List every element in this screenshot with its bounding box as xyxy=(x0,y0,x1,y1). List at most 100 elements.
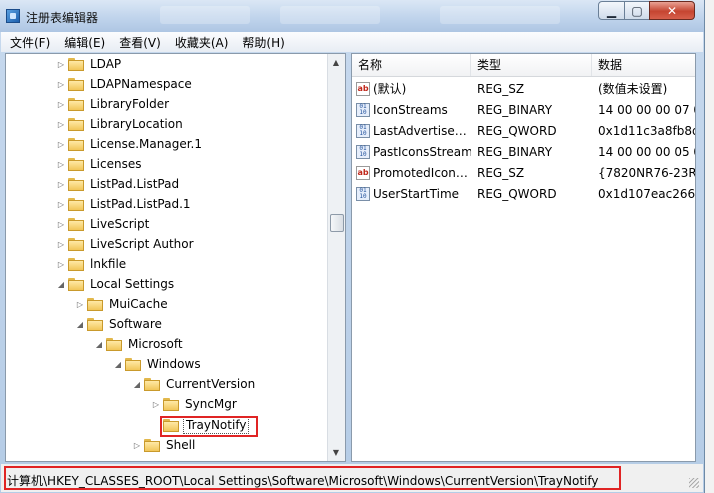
tree-node[interactable]: ▷ LibraryFolder xyxy=(54,94,171,114)
tree-scrollbar[interactable]: ▲ ▼ xyxy=(327,54,345,461)
tree-node[interactable]: ▷ SyncMgr xyxy=(149,394,239,414)
scroll-up-icon[interactable]: ▲ xyxy=(328,54,344,71)
folder-icon xyxy=(144,377,160,391)
tree-node-label: Shell xyxy=(166,438,196,452)
expand-arrow-icon[interactable]: ▷ xyxy=(54,120,68,129)
tree-node[interactable]: ▷ LiveScript xyxy=(54,214,151,234)
tree-node-label: ListPad.ListPad xyxy=(90,177,180,191)
menu-view[interactable]: 查看(V) xyxy=(114,34,166,51)
tree-node[interactable]: ▷ LDAP xyxy=(54,54,123,74)
collapse-arrow-icon[interactable]: ◢ xyxy=(92,340,106,349)
expand-arrow-icon[interactable]: ▷ xyxy=(54,160,68,169)
minimize-button[interactable]: ▁ xyxy=(598,1,625,20)
tree-node-label: LDAPNamespace xyxy=(90,77,192,91)
column-header-data[interactable]: 数据 xyxy=(592,54,695,76)
registry-app-icon xyxy=(6,9,20,23)
value-data: 14 00 00 00 05 00 xyxy=(598,145,695,159)
value-data: (数值未设置) xyxy=(598,82,668,96)
expand-arrow-icon[interactable]: ▷ xyxy=(54,200,68,209)
menu-help[interactable]: 帮助(H) xyxy=(237,34,289,51)
tree-node[interactable]: ▷ lnkfile xyxy=(54,254,128,274)
value-row[interactable]: ab (默认) REG_SZ (数值未设置) xyxy=(352,79,695,100)
value-name: PromotedIcon… xyxy=(373,166,468,180)
tree-node[interactable]: ▷ License.Manager.1 xyxy=(54,134,204,154)
value-data: 0x1d11c3a8fb8de xyxy=(598,124,695,138)
tree-node[interactable]: ▷ LiveScript Author xyxy=(54,234,196,254)
value-data: 14 00 00 00 07 00 xyxy=(598,103,695,117)
close-button[interactable]: ✕ xyxy=(649,1,695,20)
expand-arrow-icon[interactable]: ▷ xyxy=(54,220,68,229)
scroll-down-icon[interactable]: ▼ xyxy=(328,444,344,461)
collapse-arrow-icon[interactable]: ◢ xyxy=(111,360,125,369)
collapse-arrow-icon[interactable]: ◢ xyxy=(54,280,68,289)
menu-edit[interactable]: 编辑(E) xyxy=(59,34,110,51)
expand-arrow-icon[interactable]: ▷ xyxy=(54,60,68,69)
value-row[interactable]: ab PromotedIcon… REG_SZ {7820NR76-23R3 xyxy=(352,163,695,184)
registry-values-pane[interactable]: 名称 类型 数据 ab (默认) REG_SZ (数值未设置) 01 10 Ico… xyxy=(351,53,696,462)
expand-arrow-icon[interactable]: ▷ xyxy=(130,441,144,450)
expand-arrow-icon[interactable]: ▷ xyxy=(54,240,68,249)
tree-node[interactable]: ▷ ListPad.ListPad.1 xyxy=(54,194,193,214)
column-header-type[interactable]: 类型 xyxy=(471,54,592,76)
registry-tree-pane[interactable]: ▷ LDAP ▷ LDAPNamespace ▷ LibraryFolder ▷… xyxy=(5,53,346,462)
expand-arrow-icon[interactable]: ▷ xyxy=(73,300,87,309)
binary-value-icon: 01 10 xyxy=(356,103,370,117)
folder-icon xyxy=(68,257,84,271)
value-data: {7820NR76-23R3 xyxy=(598,166,696,180)
folder-icon xyxy=(68,277,84,291)
collapse-arrow-icon[interactable]: ◢ xyxy=(130,380,144,389)
menu-favorites[interactable]: 收藏夹(A) xyxy=(170,34,234,51)
value-name: IconStreams xyxy=(373,103,448,117)
title-bar[interactable]: 注册表编辑器 ▁ ▢ ✕ xyxy=(0,0,704,32)
folder-icon xyxy=(68,77,84,91)
collapse-arrow-icon[interactable]: ◢ xyxy=(73,320,87,329)
folder-icon xyxy=(68,217,84,231)
tree-node-label: LiveScript xyxy=(90,217,150,231)
tree-node[interactable]: ◢ Software xyxy=(73,314,164,334)
folder-icon xyxy=(68,57,84,71)
expand-arrow-icon[interactable]: ▷ xyxy=(54,180,68,189)
value-row[interactable]: 01 10 LastAdvertise… REG_QWORD 0x1d11c3a8… xyxy=(352,121,695,142)
title-bar-reflection xyxy=(160,6,250,24)
expand-arrow-icon[interactable]: ▷ xyxy=(54,100,68,109)
folder-icon xyxy=(87,317,103,331)
binary-value-icon: 01 10 xyxy=(356,145,370,159)
tree-node[interactable]: ▷ Shell xyxy=(130,435,197,455)
menu-file[interactable]: 文件(F) xyxy=(5,34,55,51)
folder-icon xyxy=(68,97,84,111)
value-type: REG_SZ xyxy=(477,82,525,96)
value-name: PastIconsStream xyxy=(373,145,471,159)
value-row[interactable]: 01 10 PastIconsStream REG_BINARY 14 00 00… xyxy=(352,142,695,163)
column-header-name[interactable]: 名称 xyxy=(352,54,471,76)
expand-arrow-icon[interactable]: ▷ xyxy=(54,80,68,89)
tree-node-label: Microsoft xyxy=(128,337,183,351)
tree-node-label: LiveScript Author xyxy=(90,237,194,251)
folder-icon xyxy=(106,337,122,351)
resize-grip-icon[interactable] xyxy=(689,478,699,488)
title-bar-reflection xyxy=(440,6,560,24)
maximize-button[interactable]: ▢ xyxy=(624,1,650,20)
tree-node[interactable]: ▷ Licenses xyxy=(54,154,144,174)
scroll-thumb[interactable] xyxy=(330,214,344,232)
string-value-icon: ab xyxy=(356,82,370,96)
value-row[interactable]: 01 10 UserStartTime REG_QWORD 0x1d107eac2… xyxy=(352,184,695,205)
value-data: 0x1d107eac26607 xyxy=(598,187,696,201)
registry-editor-window: 注册表编辑器 ▁ ▢ ✕ 文件(F) 编辑(E) 查看(V) 收藏夹(A) 帮助… xyxy=(0,0,705,493)
expand-arrow-icon[interactable]: ▷ xyxy=(54,260,68,269)
title-bar-reflection xyxy=(280,6,380,24)
folder-icon xyxy=(68,177,84,191)
tree-node[interactable]: ◢ CurrentVersion xyxy=(130,374,257,394)
expand-arrow-icon[interactable]: ▷ xyxy=(149,400,163,409)
tree-node[interactable]: ▷ ListPad.ListPad xyxy=(54,174,181,194)
tree-node[interactable]: ◢ Windows xyxy=(111,354,203,374)
tree-node[interactable]: ▷ LibraryLocation xyxy=(54,114,185,134)
tree-node[interactable]: ▷ LDAPNamespace xyxy=(54,74,194,94)
folder-icon xyxy=(68,197,84,211)
tree-node[interactable]: ▷ MuiCache xyxy=(73,294,170,314)
tree-node[interactable]: ◢ Local Settings xyxy=(54,274,176,294)
tree-node-label: LDAP xyxy=(90,57,122,71)
expand-arrow-icon[interactable]: ▷ xyxy=(54,140,68,149)
value-row[interactable]: 01 10 IconStreams REG_BINARY 14 00 00 00 … xyxy=(352,100,695,121)
tree-node[interactable]: ◢ Microsoft xyxy=(92,334,185,354)
tree-node-label: License.Manager.1 xyxy=(90,137,203,151)
